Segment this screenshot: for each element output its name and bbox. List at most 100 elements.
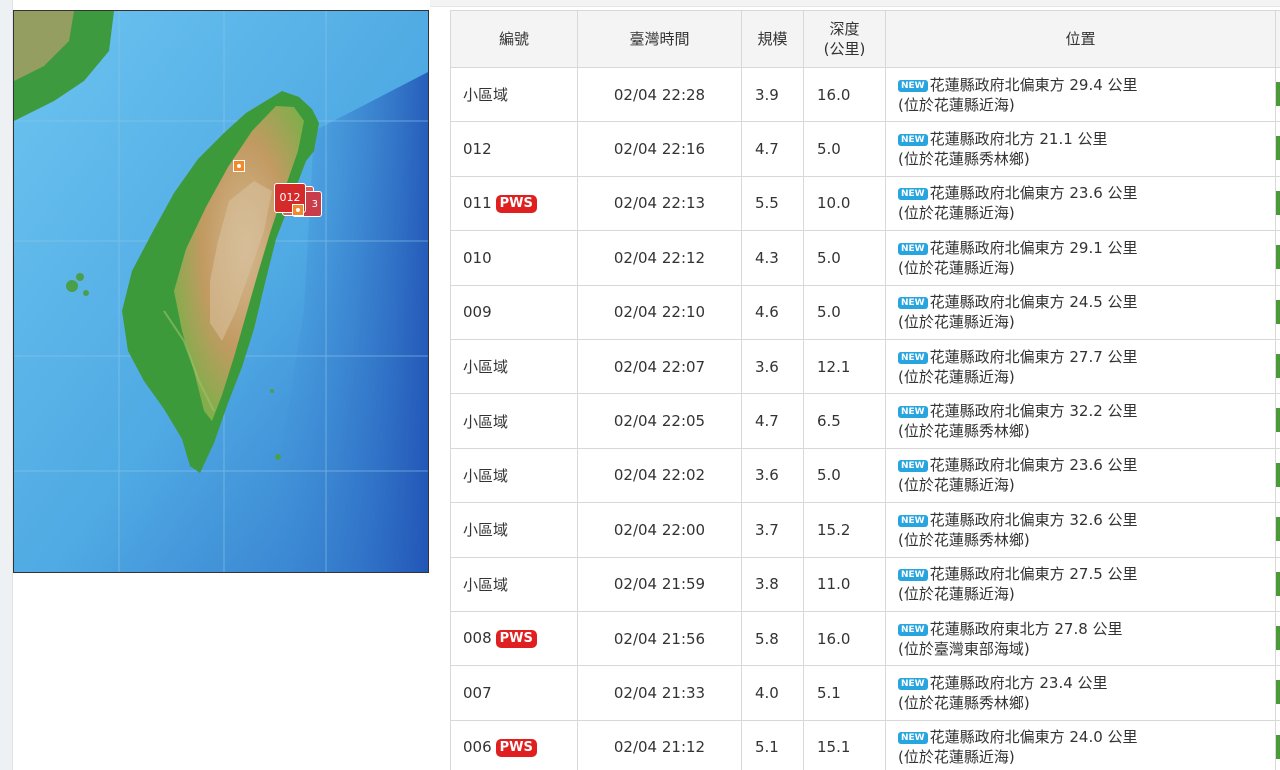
cell-depth: 12.1: [803, 338, 886, 395]
table-row[interactable]: 010 02/04 22:12 4.3 5.0 NEW 花蓮縣政府北偏東方 29.1 公里…: [450, 230, 1280, 286]
cell-location[interactable]: NEW 花蓮縣政府北偏東方 27.5 公里 (位於花蓮縣近海): [885, 556, 1276, 612]
location-line1: 花蓮縣政府北偏東方 29.4 公里: [929, 75, 1138, 94]
cell-depth: 5.0: [803, 121, 886, 177]
cell-extra[interactable]: [1275, 121, 1280, 177]
new-badge: NEW: [898, 188, 928, 201]
cell-time: 02/04 21:33: [577, 665, 742, 721]
cell-location[interactable]: NEW 花蓮縣政府北偏東方 29.4 公里 (位於花蓮縣近海): [885, 66, 1276, 123]
cell-location[interactable]: NEW 花蓮縣政府北偏東方 32.2 公里 (位於花蓮縣秀林鄉): [885, 393, 1276, 449]
table-row[interactable]: 008 PWS 02/04 21:56 5.8 16.0 NEW 花蓮縣政府東北方 27.8…: [450, 610, 1280, 667]
cell-location[interactable]: NEW 花蓮縣政府北偏東方 23.6 公里 (位於花蓮縣近海): [885, 447, 1276, 504]
cell-extra[interactable]: [1275, 175, 1280, 232]
table-header-row: 編號 臺灣時間 規模 深度 (公里) 位置: [450, 10, 1280, 68]
cell-id: 012: [450, 121, 578, 177]
table-row[interactable]: 011 PWS 02/04 22:13 5.5 10.0 NEW 花蓮縣政府北偏東方 23.…: [450, 175, 1280, 232]
new-badge: NEW: [898, 79, 928, 92]
location-line1: 花蓮縣政府北偏東方 24.0 公里: [929, 728, 1138, 747]
cell-id: 010: [450, 230, 578, 286]
cell-depth: 11.0: [803, 556, 886, 612]
header-depth-line1: 深度: [829, 20, 860, 38]
event-id: 010: [463, 248, 492, 267]
cell-extra[interactable]: [1275, 610, 1280, 667]
event-id: 006: [463, 737, 492, 756]
cell-time: 02/04 22:02: [577, 447, 742, 504]
cell-time: 02/04 22:00: [577, 502, 742, 558]
table-row[interactable]: 小區域 02/04 21:59 3.8 11.0 NEW 花蓮縣政府北偏東方 27.5 公…: [450, 556, 1280, 612]
location-line2: (位於花蓮縣近海): [898, 95, 1015, 114]
cell-magnitude: 3.8: [741, 556, 804, 612]
cell-extra[interactable]: [1275, 230, 1280, 286]
cell-extra[interactable]: [1275, 556, 1280, 612]
location-line2: (位於花蓮縣近海): [898, 476, 1015, 495]
new-badge: NEW: [898, 351, 928, 364]
cell-extra[interactable]: [1275, 338, 1280, 395]
cell-magnitude: 4.7: [741, 121, 804, 177]
cell-location[interactable]: NEW 花蓮縣政府北偏東方 23.6 公里 (位於花蓮縣近海): [885, 175, 1276, 232]
cell-id: 008 PWS: [450, 610, 578, 667]
cell-location[interactable]: NEW 花蓮縣政府北偏東方 27.7 公里 (位於花蓮縣近海): [885, 338, 1276, 395]
cell-time: 02/04 22:12: [577, 230, 742, 286]
cell-depth: 5.0: [803, 284, 886, 340]
cell-location[interactable]: NEW 花蓮縣政府東北方 27.8 公里 (位於臺灣東部海域): [885, 610, 1276, 667]
cell-id: 007: [450, 665, 578, 721]
pws-badge: PWS: [495, 630, 537, 649]
cell-depth: 15.1: [803, 719, 886, 770]
location-line2: (位於花蓮縣近海): [898, 313, 1015, 332]
cell-extra[interactable]: [1275, 447, 1280, 504]
cell-location[interactable]: NEW 花蓮縣政府北方 23.4 公里 (位於花蓮縣秀林鄉): [885, 665, 1276, 721]
cell-extra[interactable]: [1275, 66, 1280, 123]
cell-extra[interactable]: [1275, 284, 1280, 340]
location-line1: 花蓮縣政府北偏東方 29.1 公里: [929, 238, 1138, 257]
table-row[interactable]: 小區域 02/04 22:07 3.6 12.1 NEW 花蓮縣政府北偏東方 27.7 公…: [450, 338, 1280, 395]
cell-location[interactable]: NEW 花蓮縣政府北偏東方 32.6 公里 (位於花蓮縣秀林鄉): [885, 502, 1276, 558]
table-row[interactable]: 小區域 02/04 22:02 3.6 5.0 NEW 花蓮縣政府北偏東方 23.6 公里…: [450, 447, 1280, 504]
event-id: 012: [463, 140, 492, 159]
table-row[interactable]: 小區域 02/04 22:00 3.7 15.2 NEW 花蓮縣政府北偏東方 32.6 公…: [450, 502, 1280, 558]
location-line1: 花蓮縣政府北偏東方 24.5 公里: [929, 293, 1138, 312]
event-id: 小區域: [463, 412, 509, 431]
new-badge: NEW: [898, 297, 928, 310]
location-line2: (位於臺灣東部海域): [898, 639, 1030, 658]
cell-location[interactable]: NEW 花蓮縣政府北偏東方 29.1 公里 (位於花蓮縣近海): [885, 230, 1276, 286]
location-line1: 花蓮縣政府北偏東方 32.2 公里: [929, 402, 1138, 421]
cell-time: 02/04 22:13: [577, 175, 742, 232]
cell-id: 小區域: [450, 502, 578, 558]
table-row[interactable]: 小區域 02/04 22:05 4.7 6.5 NEW 花蓮縣政府北偏東方 32.2 公里…: [450, 393, 1280, 449]
table-row[interactable]: 009 02/04 22:10 4.6 5.0 NEW 花蓮縣政府北偏東方 24.5 公里…: [450, 284, 1280, 340]
location-line1: 花蓮縣政府北偏東方 23.6 公里: [929, 456, 1138, 475]
cell-extra[interactable]: [1275, 502, 1280, 558]
earthquake-map[interactable]: 3 012: [13, 10, 429, 573]
cell-time: 02/04 22:28: [577, 66, 742, 123]
cell-id: 011 PWS: [450, 175, 578, 232]
event-id: 008: [463, 629, 492, 648]
table-row[interactable]: 006 PWS 02/04 21:12 5.1 15.1 NEW 花蓮縣政府北偏東方 24.…: [450, 719, 1280, 770]
location-line2: (位於花蓮縣近海): [898, 204, 1015, 223]
event-id: 007: [463, 683, 492, 702]
cell-location[interactable]: NEW 花蓮縣政府北方 21.1 公里 (位於花蓮縣秀林鄉): [885, 121, 1276, 177]
cell-magnitude: 3.9: [741, 66, 804, 123]
cell-magnitude: 5.1: [741, 719, 804, 770]
event-id: 小區域: [463, 358, 509, 377]
new-badge: NEW: [898, 406, 928, 419]
table-row[interactable]: 小區域 02/04 22:28 3.9 16.0 NEW 花蓮縣政府北偏東方 29.4 公…: [450, 66, 1280, 123]
cell-location[interactable]: NEW 花蓮縣政府北偏東方 24.0 公里 (位於花蓮縣近海): [885, 719, 1276, 770]
cell-time: 02/04 22:16: [577, 121, 742, 177]
table-row[interactable]: 007 02/04 21:33 4.0 5.1 NEW 花蓮縣政府北方 23.4 公里 (位…: [450, 665, 1280, 721]
cell-extra[interactable]: [1275, 719, 1280, 770]
epicenter-marker-icon[interactable]: [233, 160, 245, 172]
cell-magnitude: 4.7: [741, 393, 804, 449]
epicenter-marker-icon[interactable]: [292, 204, 304, 216]
cell-magnitude: 3.6: [741, 447, 804, 504]
new-badge: NEW: [898, 732, 928, 745]
cell-id: 009: [450, 284, 578, 340]
event-id: 009: [463, 303, 492, 322]
cell-time: 02/04 21:59: [577, 556, 742, 612]
event-id: 小區域: [463, 466, 509, 485]
cell-depth: 10.0: [803, 175, 886, 232]
cell-depth: 5.0: [803, 447, 886, 504]
table-row[interactable]: 012 02/04 22:16 4.7 5.0 NEW 花蓮縣政府北方 21.1 公里 (位…: [450, 121, 1280, 177]
cell-magnitude: 3.7: [741, 502, 804, 558]
cell-extra[interactable]: [1275, 393, 1280, 449]
cell-location[interactable]: NEW 花蓮縣政府北偏東方 24.5 公里 (位於花蓮縣近海): [885, 284, 1276, 340]
cell-extra[interactable]: [1275, 665, 1280, 721]
